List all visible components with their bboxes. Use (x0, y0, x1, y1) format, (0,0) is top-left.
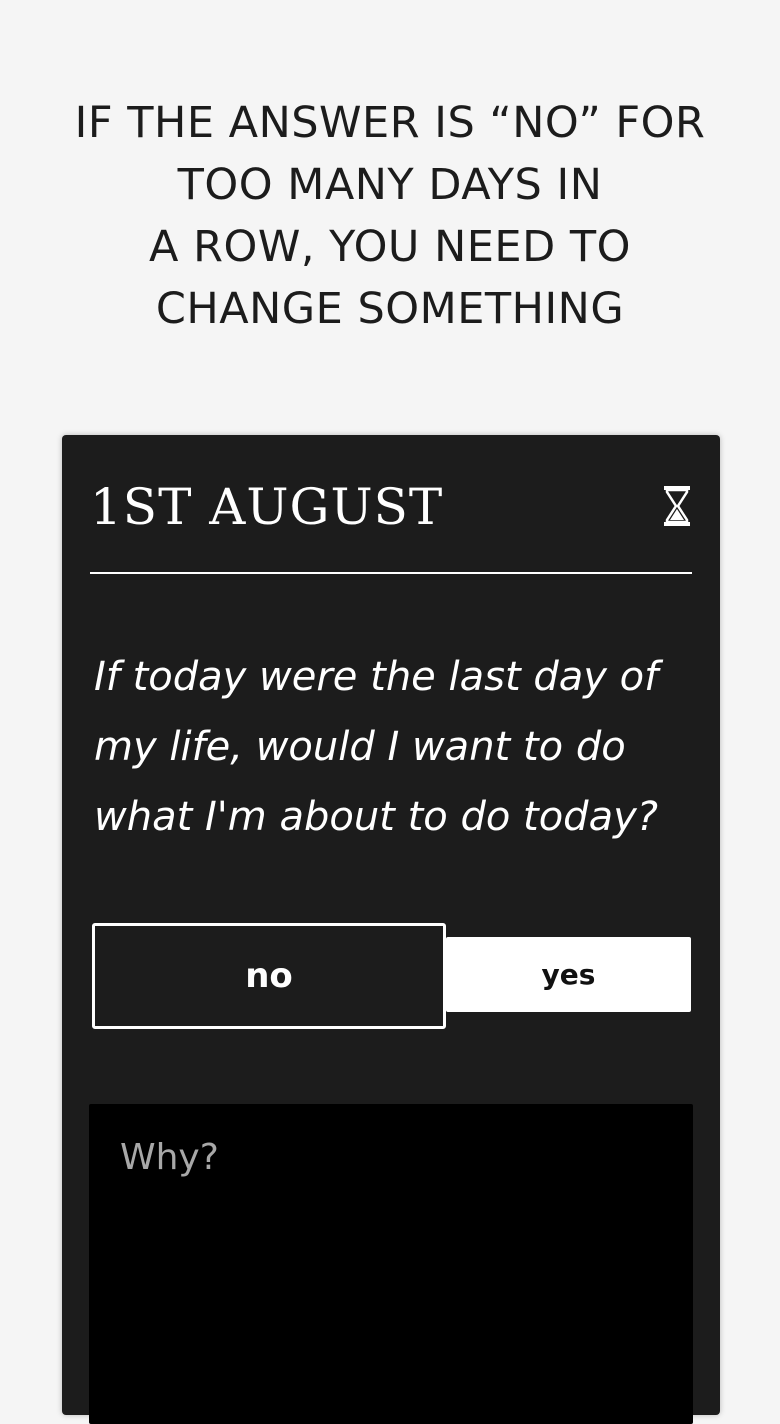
question-line: what I'm about to do today? (94, 794, 658, 840)
hourglass-icon[interactable] (662, 486, 692, 526)
date-title: 1ST AUGUST (90, 478, 444, 536)
question-line: my life, would I want to do (94, 724, 626, 770)
divider (90, 572, 692, 574)
daily-question: If today were the last day of my life, w… (94, 642, 684, 852)
headline: IF THE ANSWER IS “NO” FOR TOO MANY DAYS … (0, 92, 780, 340)
headline-line: TOO MANY DAYS IN (177, 160, 603, 210)
yes-button[interactable]: yes (446, 937, 691, 1012)
why-placeholder: Why? (120, 1137, 219, 1178)
headline-line: CHANGE SOMETHING (155, 284, 625, 334)
why-textarea[interactable]: Why? (89, 1104, 693, 1424)
headline-line: IF THE ANSWER IS “NO” FOR (74, 98, 706, 148)
headline-line: A ROW, YOU NEED TO (149, 222, 631, 272)
hourglass-icon-graphic (664, 486, 690, 526)
question-line: If today were the last day of (94, 654, 659, 700)
question-card: 1ST AUGUST If today were the last day of… (62, 435, 720, 1424)
no-button[interactable]: no (92, 923, 446, 1029)
